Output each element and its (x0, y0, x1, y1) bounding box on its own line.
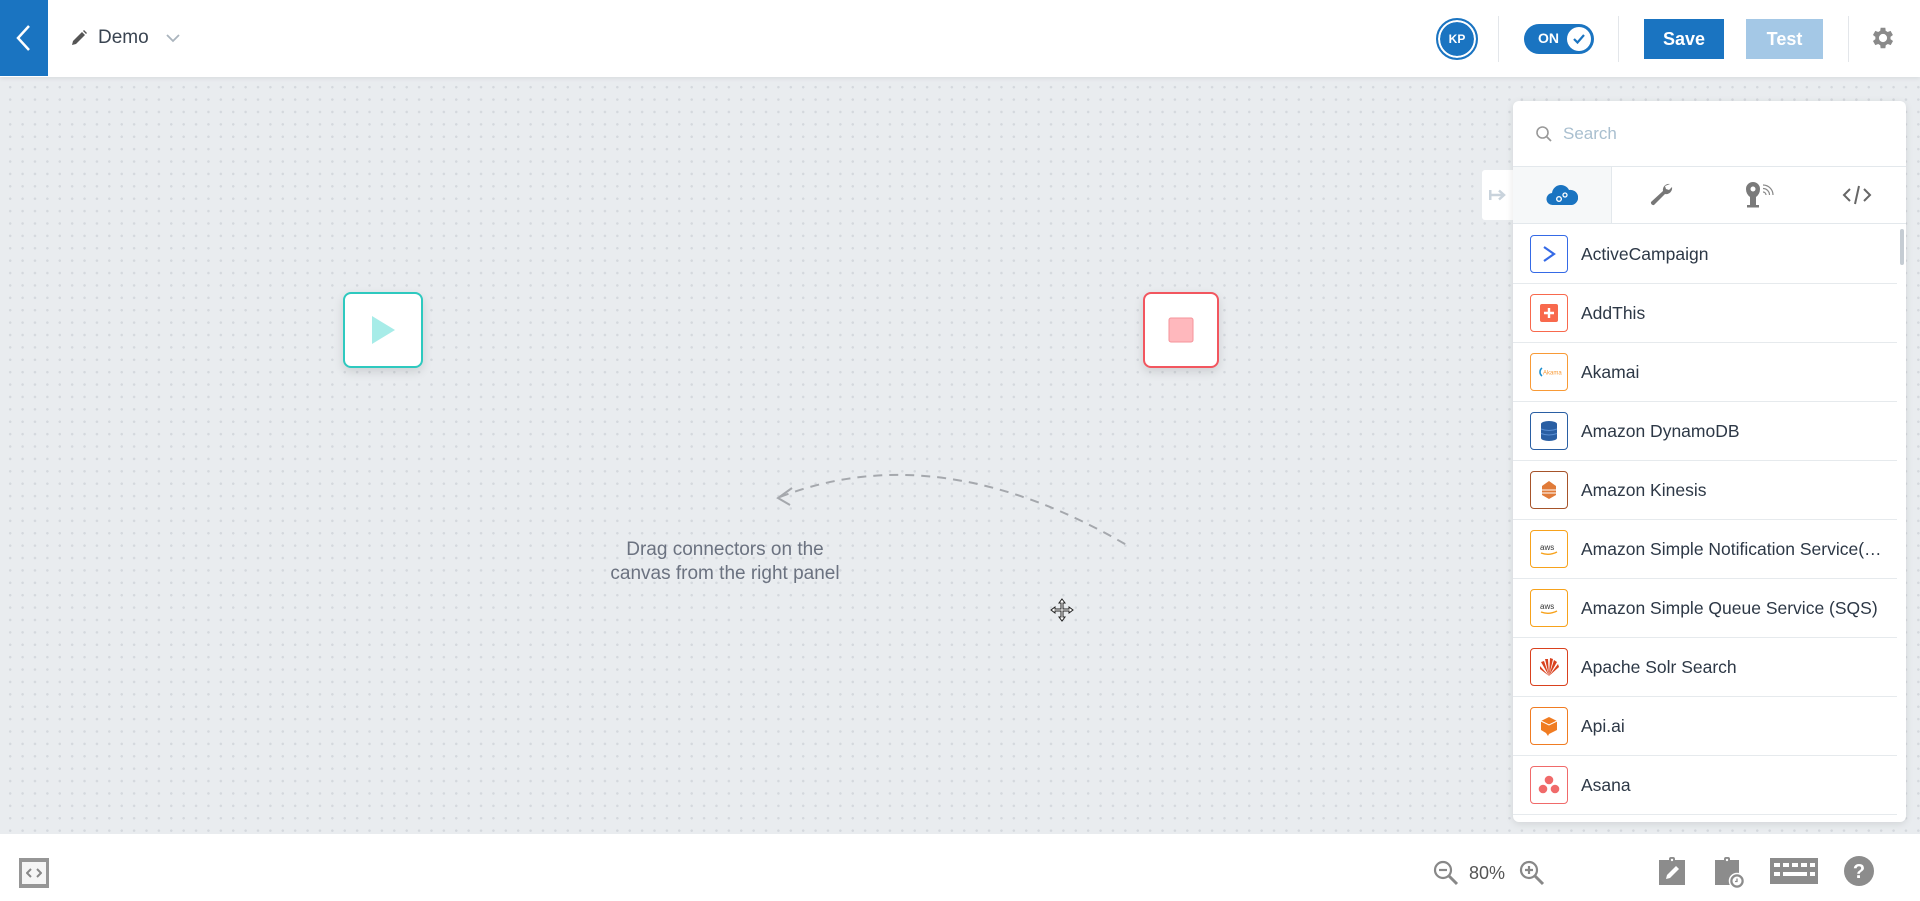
list-item[interactable]: ActiveCampaign (1513, 225, 1897, 284)
code-icon (1842, 185, 1872, 205)
zoom-in-icon[interactable] (1518, 859, 1546, 887)
active-toggle[interactable]: ON (1524, 24, 1594, 54)
item-label: Asana (1581, 774, 1631, 795)
list-item[interactable]: aws Amazon Simple Queue Service (SQS) (1513, 579, 1897, 638)
divider (1498, 16, 1499, 62)
aws-logo: aws (1530, 589, 1568, 627)
tab-connectors[interactable] (1513, 167, 1612, 223)
arrow-right-bar-icon (1489, 189, 1506, 201)
list-item[interactable]: Akamai Akamai (1513, 343, 1897, 402)
kinesis-logo (1530, 471, 1568, 509)
connector-panel: ActiveCampaign AddThis Akamai Akamai Ama… (1513, 101, 1906, 822)
iot-sensor-icon (1746, 182, 1774, 208)
zoom-level: 80% (1469, 863, 1506, 883)
apiai-logo (1530, 707, 1568, 745)
svg-text:aws: aws (1540, 602, 1554, 611)
gear-icon[interactable] (1869, 24, 1897, 52)
code-view-icon (26, 868, 42, 878)
item-label: Amazon Simple Queue Service (SQS) (1581, 597, 1878, 618)
item-label: Akamai (1581, 361, 1640, 382)
clipboard-history-icon[interactable] (1714, 856, 1746, 890)
help-icon[interactable]: ? (1843, 855, 1875, 887)
list-item[interactable]: AddThis (1513, 284, 1897, 343)
back-button[interactable] (0, 0, 48, 76)
user-avatar[interactable]: KP (1436, 18, 1478, 60)
workflow-title[interactable]: Demo (70, 24, 181, 52)
bottom-bar: 80% ? (0, 834, 1920, 901)
hint-line-2: canvas from the right panel (610, 563, 840, 584)
tab-iot[interactable] (1710, 167, 1808, 223)
canvas-hint: Drag connectors on the canvas from the r… (570, 538, 880, 586)
panel-tabs (1513, 167, 1906, 224)
list-item[interactable]: Amazon DynamoDB (1513, 402, 1897, 461)
avatar-initials: KP (1448, 32, 1466, 46)
hint-line-1: Drag connectors on the (626, 539, 824, 560)
svg-text:Akamai: Akamai (1543, 371, 1562, 377)
search-bar (1513, 101, 1906, 167)
cloud-gears-icon (1546, 185, 1578, 206)
addthis-logo (1530, 294, 1568, 332)
move-cursor-icon (1050, 598, 1074, 622)
akamai-logo: Akamai (1530, 353, 1568, 391)
connector-list[interactable]: ActiveCampaign AddThis Akamai Akamai Ama… (1513, 225, 1897, 822)
stop-node[interactable] (1143, 292, 1219, 368)
solr-logo (1530, 648, 1568, 686)
clipboard-edit-icon[interactable] (1658, 856, 1686, 886)
chevron-left-icon (16, 25, 30, 51)
divider (1618, 16, 1619, 62)
item-label: ActiveCampaign (1581, 243, 1709, 264)
tab-tools[interactable] (1612, 167, 1710, 223)
activecampaign-logo (1530, 235, 1568, 273)
check-icon (1567, 27, 1591, 51)
svg-text:?: ? (1853, 861, 1865, 883)
code-view-button[interactable] (19, 858, 49, 888)
list-item[interactable]: Apache Solr Search (1513, 638, 1897, 697)
test-button[interactable]: Test (1746, 19, 1823, 59)
list-item[interactable]: Api.ai (1513, 697, 1897, 756)
toggle-label: ON (1538, 30, 1559, 46)
item-label: Amazon Kinesis (1581, 479, 1707, 500)
item-label: Amazon Simple Notification Service(SNS) (1581, 538, 1893, 559)
save-button[interactable]: Save (1644, 19, 1724, 59)
tab-code[interactable] (1808, 167, 1906, 223)
divider (1848, 16, 1849, 62)
dynamodb-logo (1530, 412, 1568, 450)
wrench-icon (1650, 183, 1673, 206)
workflow-title-text: Demo (98, 27, 149, 48)
pencil-icon (72, 30, 87, 45)
list-item[interactable]: aws Amazon Simple Notification Service(S… (1513, 520, 1897, 579)
keyboard-icon[interactable] (1770, 858, 1818, 884)
list-item[interactable]: Amazon Kinesis (1513, 461, 1897, 520)
item-label: Apache Solr Search (1581, 656, 1737, 677)
search-icon (1536, 125, 1552, 142)
top-bar: Demo KP ON Save Test (0, 0, 1920, 77)
item-label: Api.ai (1581, 715, 1625, 736)
chevron-down-icon[interactable] (165, 33, 181, 43)
zoom-out-icon[interactable] (1432, 859, 1460, 887)
stop-icon (1168, 317, 1194, 343)
play-icon (372, 316, 395, 344)
list-item[interactable]: Asana (1513, 756, 1897, 815)
start-node[interactable] (343, 292, 423, 368)
search-input[interactable] (1563, 123, 1883, 144)
item-label: Amazon DynamoDB (1581, 420, 1740, 441)
asana-logo (1530, 766, 1568, 804)
aws-logo: aws (1530, 530, 1568, 568)
collapse-panel-button[interactable] (1482, 170, 1514, 220)
item-label: AddThis (1581, 302, 1646, 323)
svg-text:aws: aws (1540, 543, 1554, 552)
list-scrollbar[interactable] (1900, 229, 1904, 265)
